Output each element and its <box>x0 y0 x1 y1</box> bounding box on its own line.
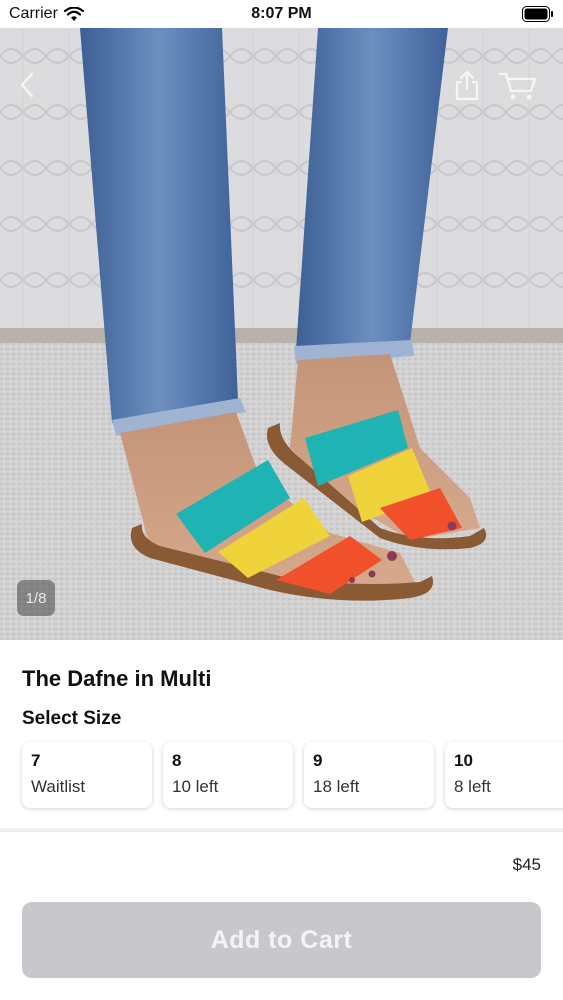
size-number: 7 <box>31 751 41 770</box>
size-selector: 7 Waitlist 8 10 left 9 18 left 10 8 left <box>22 742 563 808</box>
section-divider <box>0 828 563 832</box>
photo-counter: 1/8 <box>17 580 55 616</box>
size-option-8[interactable]: 8 10 left <box>163 742 293 808</box>
battery-icon <box>522 6 553 22</box>
size-number: 9 <box>313 751 323 770</box>
add-to-cart-button[interactable]: Add to Cart <box>22 902 541 978</box>
clock: 8:07 PM <box>251 5 312 22</box>
share-icon[interactable] <box>450 68 484 102</box>
size-option-10[interactable]: 10 8 left <box>445 742 563 808</box>
product-image-gallery[interactable]: 1/8 <box>0 28 563 640</box>
size-stock: Waitlist <box>31 777 86 796</box>
product-photo <box>0 28 563 640</box>
size-option-9[interactable]: 9 18 left <box>304 742 434 808</box>
back-button[interactable] <box>12 68 46 102</box>
product-price: $45 <box>512 855 541 874</box>
status-bar: Carrier 8:07 PM <box>0 0 563 28</box>
product-details: The Dafne in Multi Select Size 7 Waitlis… <box>0 640 563 830</box>
size-number: 8 <box>172 751 182 770</box>
size-stock: 8 left <box>454 777 491 796</box>
size-number: 10 <box>454 751 473 770</box>
cart-icon[interactable] <box>498 68 538 102</box>
product-title: The Dafne in Multi <box>22 666 212 691</box>
size-heading: Select Size <box>22 708 122 729</box>
size-option-7[interactable]: 7 Waitlist <box>22 742 152 808</box>
size-stock: 18 left <box>313 777 360 796</box>
size-stock: 10 left <box>172 777 219 796</box>
